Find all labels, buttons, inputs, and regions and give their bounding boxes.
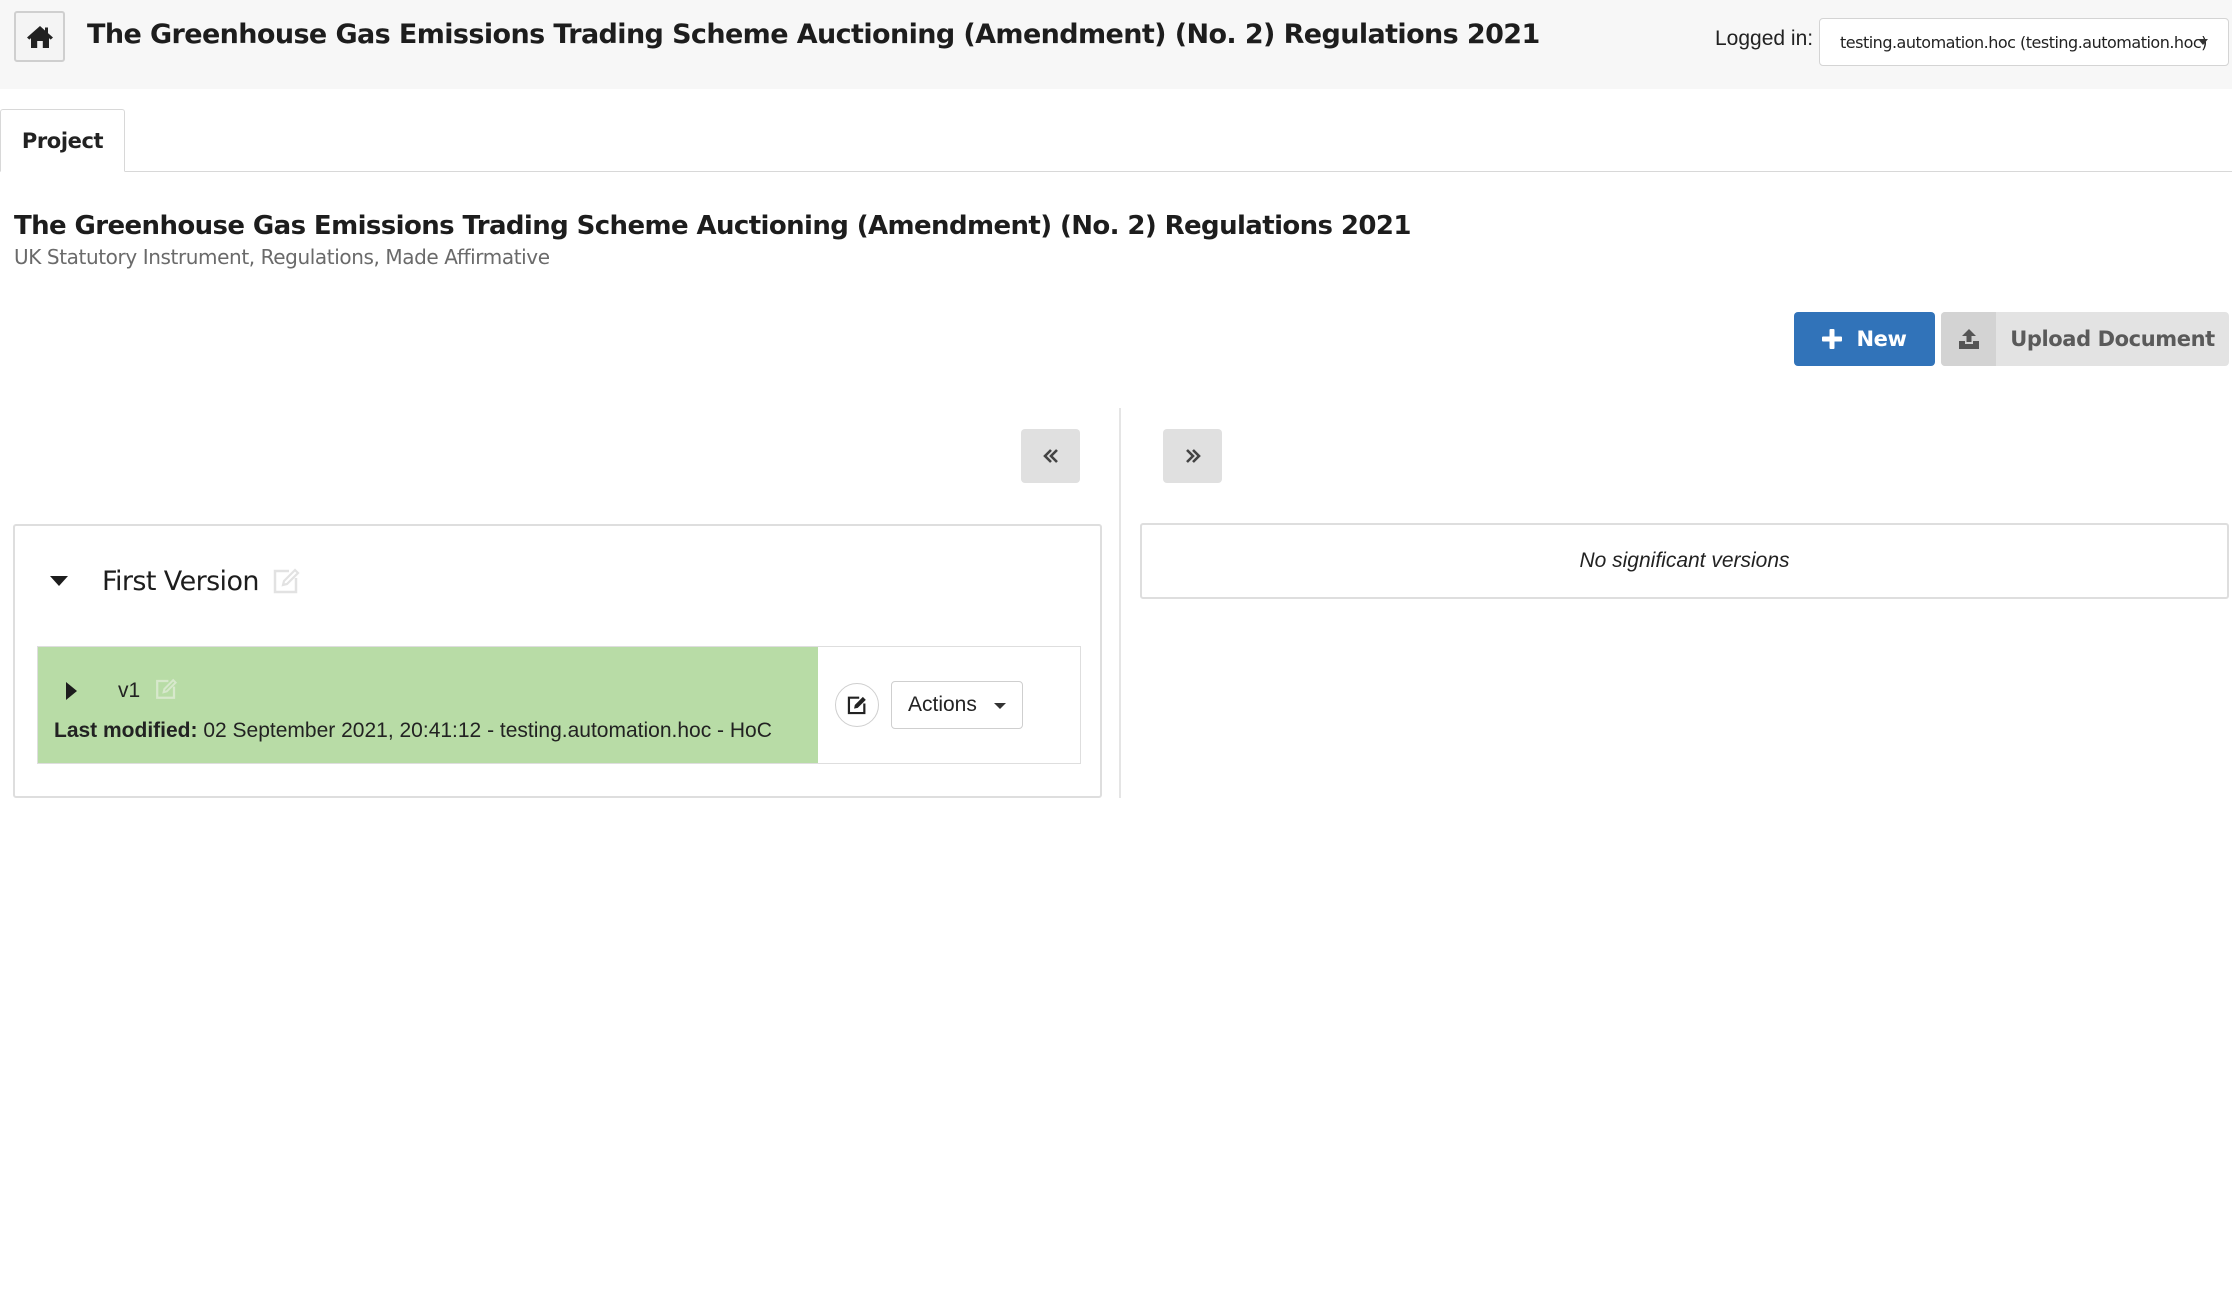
group-collapse-caret-icon[interactable] — [50, 576, 68, 586]
last-modified-label: Last modified: — [54, 719, 198, 742]
project-title: The Greenhouse Gas Emissions Trading Sch… — [14, 211, 1411, 241]
version-expand-caret-icon[interactable] — [66, 682, 77, 700]
version-row-highlight: v1 Last modified: 02 September 2021, 20:… — [38, 647, 818, 763]
plus-icon — [1822, 329, 1843, 349]
upload-document-button[interactable]: Upload Document — [1941, 312, 2229, 366]
panel-divider — [1119, 408, 1121, 798]
project-subtitle: UK Statutory Instrument, Regulations, Ma… — [14, 245, 550, 269]
upload-icon — [1958, 329, 1979, 349]
version-row: v1 Last modified: 02 September 2021, 20:… — [37, 646, 1081, 764]
new-button[interactable]: New — [1794, 312, 1935, 366]
new-button-label: New — [1856, 327, 1907, 351]
significant-versions-panel: No significant versions — [1140, 523, 2229, 599]
version-last-modified: Last modified: 02 September 2021, 20:41:… — [54, 719, 772, 743]
edit-icon[interactable] — [271, 566, 301, 601]
tab-project[interactable]: Project — [0, 109, 125, 172]
chevron-down-icon — [2198, 39, 2208, 45]
double-chevron-right-icon — [1185, 449, 1201, 463]
home-icon — [26, 25, 53, 48]
expand-right-button[interactable] — [1163, 429, 1222, 483]
user-select[interactable]: testing.automation.hoc (testing.automati… — [1819, 18, 2229, 66]
home-button[interactable] — [14, 11, 65, 62]
tabs-divider — [0, 171, 2232, 172]
version-group-title: First Version — [102, 566, 259, 597]
top-bar: The Greenhouse Gas Emissions Trading Sch… — [0, 0, 2232, 89]
last-modified-value: 02 September 2021, 20:41:12 - testing.au… — [203, 719, 772, 742]
edit-icon[interactable] — [154, 677, 178, 706]
user-select-value: testing.automation.hoc (testing.automati… — [1840, 32, 2207, 52]
chevron-down-icon — [994, 703, 1006, 709]
edit-icon — [847, 696, 866, 715]
actions-dropdown[interactable]: Actions — [891, 681, 1023, 729]
versions-panel: First Version v1 Last modified: 02 Septe… — [13, 524, 1102, 798]
edit-version-button[interactable] — [835, 683, 879, 727]
double-chevron-left-icon — [1042, 449, 1058, 463]
actions-dropdown-label: Actions — [908, 693, 977, 716]
app-title: The Greenhouse Gas Emissions Trading Sch… — [87, 19, 1540, 50]
upload-document-label: Upload Document — [2010, 327, 2215, 351]
upload-icon-area — [1941, 312, 1996, 366]
collapse-left-button[interactable] — [1021, 429, 1080, 483]
logged-in-label: Logged in: — [1715, 27, 1814, 50]
empty-message: No significant versions — [1579, 549, 1790, 572]
version-label: v1 — [118, 679, 141, 702]
